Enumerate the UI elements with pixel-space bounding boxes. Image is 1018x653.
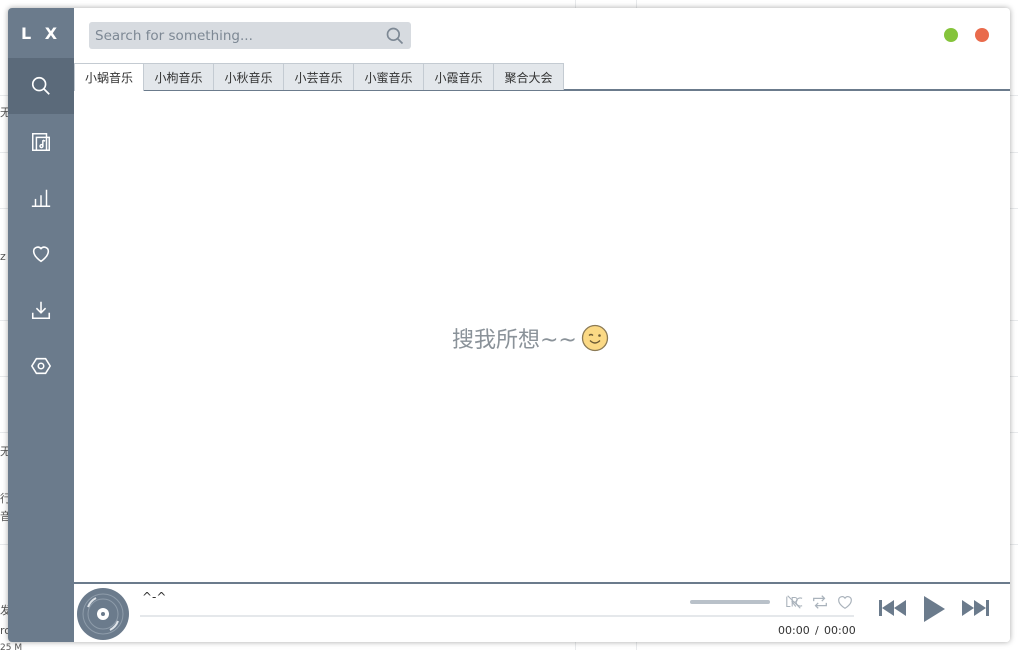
song-title: ^-^ — [142, 590, 167, 604]
empty-state-message: 搜我所想~~ — [452, 328, 577, 353]
tab-source-3[interactable]: 小秋音乐 — [213, 63, 284, 90]
play-button[interactable] — [921, 594, 947, 624]
app-window: L X 小蜗音乐 小枸音乐 小秋音乐 小芸音 — [8, 8, 1010, 642]
progress-bar[interactable] — [140, 615, 854, 617]
bar-chart-icon — [31, 189, 51, 207]
current-time: 00:00 — [778, 624, 810, 637]
tab-source-4[interactable]: 小芸音乐 — [283, 63, 354, 90]
close-button[interactable] — [975, 28, 989, 42]
heart-outline-icon[interactable] — [836, 593, 854, 611]
main-content: 小蜗音乐 小枸音乐 小秋音乐 小芸音乐 小蜜音乐 小霞音乐 聚合大会 搜我所想~… — [74, 8, 1010, 642]
repeat-icon[interactable] — [811, 593, 829, 611]
tab-aggregate[interactable]: 聚合大会 — [493, 63, 564, 90]
wink-emoji-icon — [581, 324, 609, 352]
app-logo: L X — [20, 23, 62, 43]
album-disc-icon[interactable] — [76, 587, 130, 641]
empty-state: 搜我所想~~ — [452, 321, 609, 355]
tab-source-2[interactable]: 小枸音乐 — [143, 63, 214, 90]
search-icon[interactable] — [385, 26, 405, 46]
heart-icon — [32, 246, 50, 263]
hexagon-settings-icon — [30, 357, 52, 375]
lrc-icon[interactable] — [785, 593, 803, 611]
volume-slider[interactable] — [690, 600, 770, 604]
tab-source-6[interactable]: 小霞音乐 — [423, 63, 494, 90]
download-icon — [31, 301, 51, 320]
search-bar — [89, 22, 411, 49]
sidebar-item-favorites[interactable] — [8, 226, 74, 282]
sidebar-item-leaderboard[interactable] — [8, 170, 74, 226]
sidebar-item-download[interactable] — [8, 282, 74, 338]
source-tabs: 小蜗音乐 小枸音乐 小秋音乐 小芸音乐 小蜜音乐 小霞音乐 聚合大会 — [74, 63, 1010, 91]
search-input[interactable] — [89, 22, 383, 49]
tab-source-1[interactable]: 小蜗音乐 — [74, 63, 144, 91]
next-track-button[interactable] — [960, 596, 990, 620]
background-text: z — [0, 250, 6, 263]
total-time: 00:00 — [824, 624, 856, 637]
time-separator: / — [815, 624, 819, 637]
search-icon — [31, 76, 50, 95]
background-text: 25 M — [0, 643, 23, 653]
previous-track-button[interactable] — [878, 596, 908, 620]
player-bar: ^-^ 00:00 / 00:00 — [74, 582, 1010, 642]
tab-source-5[interactable]: 小蜜音乐 — [353, 63, 424, 90]
sidebar: L X — [8, 8, 74, 642]
sidebar-item-search[interactable] — [8, 58, 74, 114]
minimize-button[interactable] — [944, 28, 958, 42]
sidebar-item-settings[interactable] — [8, 338, 74, 394]
sidebar-item-playlist[interactable] — [8, 114, 74, 170]
music-file-icon — [32, 133, 50, 151]
